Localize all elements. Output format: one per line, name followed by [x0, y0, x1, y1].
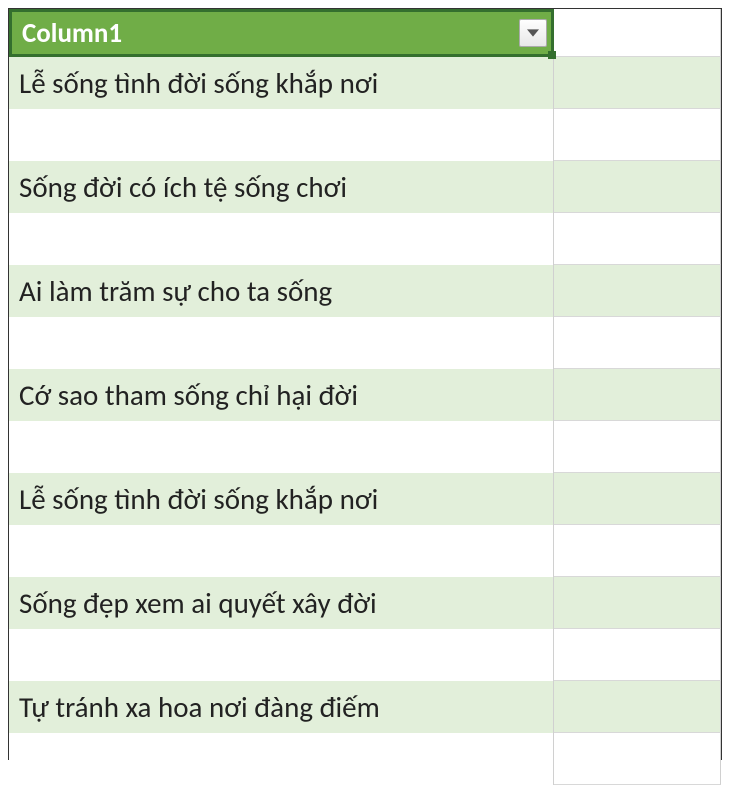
table-row	[9, 109, 721, 161]
data-cell[interactable]: Tự tránh xa hoa nơi đàng điếm	[9, 681, 554, 733]
data-cell[interactable]	[9, 317, 554, 369]
table-row: Cớ sao tham sống chỉ hại đời	[9, 369, 721, 421]
empty-cell[interactable]	[554, 421, 721, 473]
table: Column1 Lễ sống tình đời sống khắp nơi S…	[9, 9, 721, 785]
empty-cell[interactable]	[554, 213, 721, 265]
data-cell[interactable]	[9, 733, 554, 785]
empty-cell[interactable]	[554, 57, 721, 109]
empty-cell[interactable]	[554, 317, 721, 369]
table-row	[9, 317, 721, 369]
empty-cell[interactable]	[554, 161, 721, 213]
data-cell[interactable]	[9, 629, 554, 681]
table-row: Ai làm trăm sự cho ta sống	[9, 265, 721, 317]
empty-cell[interactable]	[554, 265, 721, 317]
filter-dropdown-button[interactable]	[519, 19, 547, 47]
empty-cell[interactable]	[554, 369, 721, 421]
table-row	[9, 421, 721, 473]
data-cell[interactable]: Lễ sống tình đời sống khắp nơi	[9, 473, 554, 525]
data-cell[interactable]: Cớ sao tham sống chỉ hại đời	[9, 369, 554, 421]
table-row	[9, 629, 721, 681]
data-cell[interactable]: Sống đời có ích tệ sống chơi	[9, 161, 554, 213]
empty-cell[interactable]	[554, 473, 721, 525]
data-cell[interactable]: Lễ sống tình đời sống khắp nơi	[9, 57, 554, 109]
selection-fill-handle[interactable]	[548, 51, 556, 59]
data-cell[interactable]	[9, 213, 554, 265]
table-row	[9, 525, 721, 577]
table-row: Tự tránh xa hoa nơi đàng điếm	[9, 681, 721, 733]
data-cell[interactable]: Sống đẹp xem ai quyết xây đời	[9, 577, 554, 629]
data-cell[interactable]	[9, 109, 554, 161]
table-row	[9, 733, 721, 785]
empty-cell[interactable]	[554, 629, 721, 681]
table-row: Sống đẹp xem ai quyết xây đời	[9, 577, 721, 629]
empty-cell[interactable]	[554, 109, 721, 161]
empty-header-cell[interactable]	[554, 9, 721, 57]
header-label: Column1	[22, 17, 122, 50]
table-row: Sống đời có ích tệ sống chơi	[9, 161, 721, 213]
data-cell[interactable]	[9, 421, 554, 473]
chevron-down-icon	[527, 29, 539, 37]
table-row: Lễ sống tình đời sống khắp nơi	[9, 473, 721, 525]
empty-cell[interactable]	[554, 733, 721, 785]
table-row	[9, 213, 721, 265]
column-header[interactable]: Column1	[9, 9, 554, 57]
table-row: Lễ sống tình đời sống khắp nơi	[9, 57, 721, 109]
empty-cell[interactable]	[554, 525, 721, 577]
data-cell[interactable]	[9, 525, 554, 577]
empty-cell[interactable]	[554, 577, 721, 629]
spreadsheet-grid[interactable]: Column1 Lễ sống tình đời sống khắp nơi S…	[8, 8, 722, 760]
empty-cell[interactable]	[554, 681, 721, 733]
header-row: Column1	[9, 9, 721, 57]
data-cell[interactable]: Ai làm trăm sự cho ta sống	[9, 265, 554, 317]
